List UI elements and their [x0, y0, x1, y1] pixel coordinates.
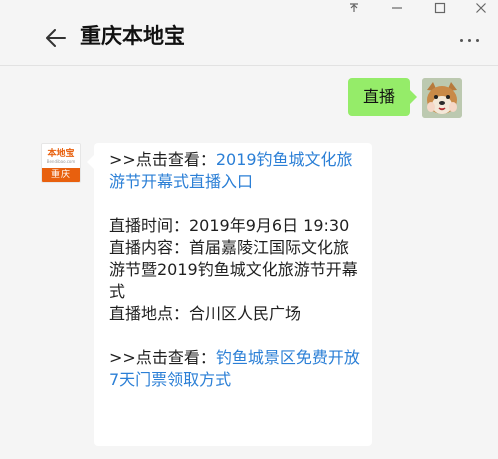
live-time-line: 直播时间：2019年9月6日 19:30 — [109, 216, 350, 235]
chat-title: 重庆本地宝 — [80, 24, 185, 48]
more-button[interactable] — [452, 30, 486, 50]
logo-city-text: 重庆 — [42, 168, 80, 182]
minimize-icon[interactable] — [380, 0, 414, 16]
more-icon — [459, 38, 463, 42]
logo-domain-text: Bendibao.com — [46, 159, 76, 164]
title-bar: 重庆本地宝 — [0, 0, 498, 66]
outgoing-message-bubble[interactable]: 直播 — [348, 78, 417, 116]
back-button[interactable] — [42, 24, 70, 52]
link-prefix: >>点击查看： — [109, 150, 216, 169]
pin-icon[interactable] — [337, 0, 371, 16]
logo-brand-text: 本地宝 — [47, 149, 75, 159]
live-place-line: 直播地点：合川区人民广场 — [109, 304, 302, 323]
arrow-left-icon — [46, 29, 66, 47]
account-avatar[interactable]: 本地宝 Bendibao.com 重庆 — [41, 143, 81, 183]
user-avatar[interactable] — [422, 78, 462, 118]
message-link-line-1: >>点击查看：2019钓鱼城文化旅游节开幕式直播入口 — [109, 149, 362, 193]
link-prefix: >>点击查看： — [109, 348, 216, 367]
message-link-line-2: >>点击查看：钓鱼城景区免费开放7天门票领取方式 — [109, 347, 362, 391]
dog-avatar-icon — [422, 78, 462, 118]
live-content-line: 直播内容：首届嘉陵江国际文化旅游节暨2019钓鱼城文化旅游节开幕式 — [109, 238, 358, 301]
bendibao-logo: 本地宝 Bendibao.com — [42, 144, 80, 169]
maximize-icon[interactable] — [423, 0, 457, 16]
close-icon[interactable] — [464, 0, 498, 16]
incoming-message-bubble: >>点击查看：2019钓鱼城文化旅游节开幕式直播入口 直播时间：2019年9月6… — [87, 143, 372, 446]
